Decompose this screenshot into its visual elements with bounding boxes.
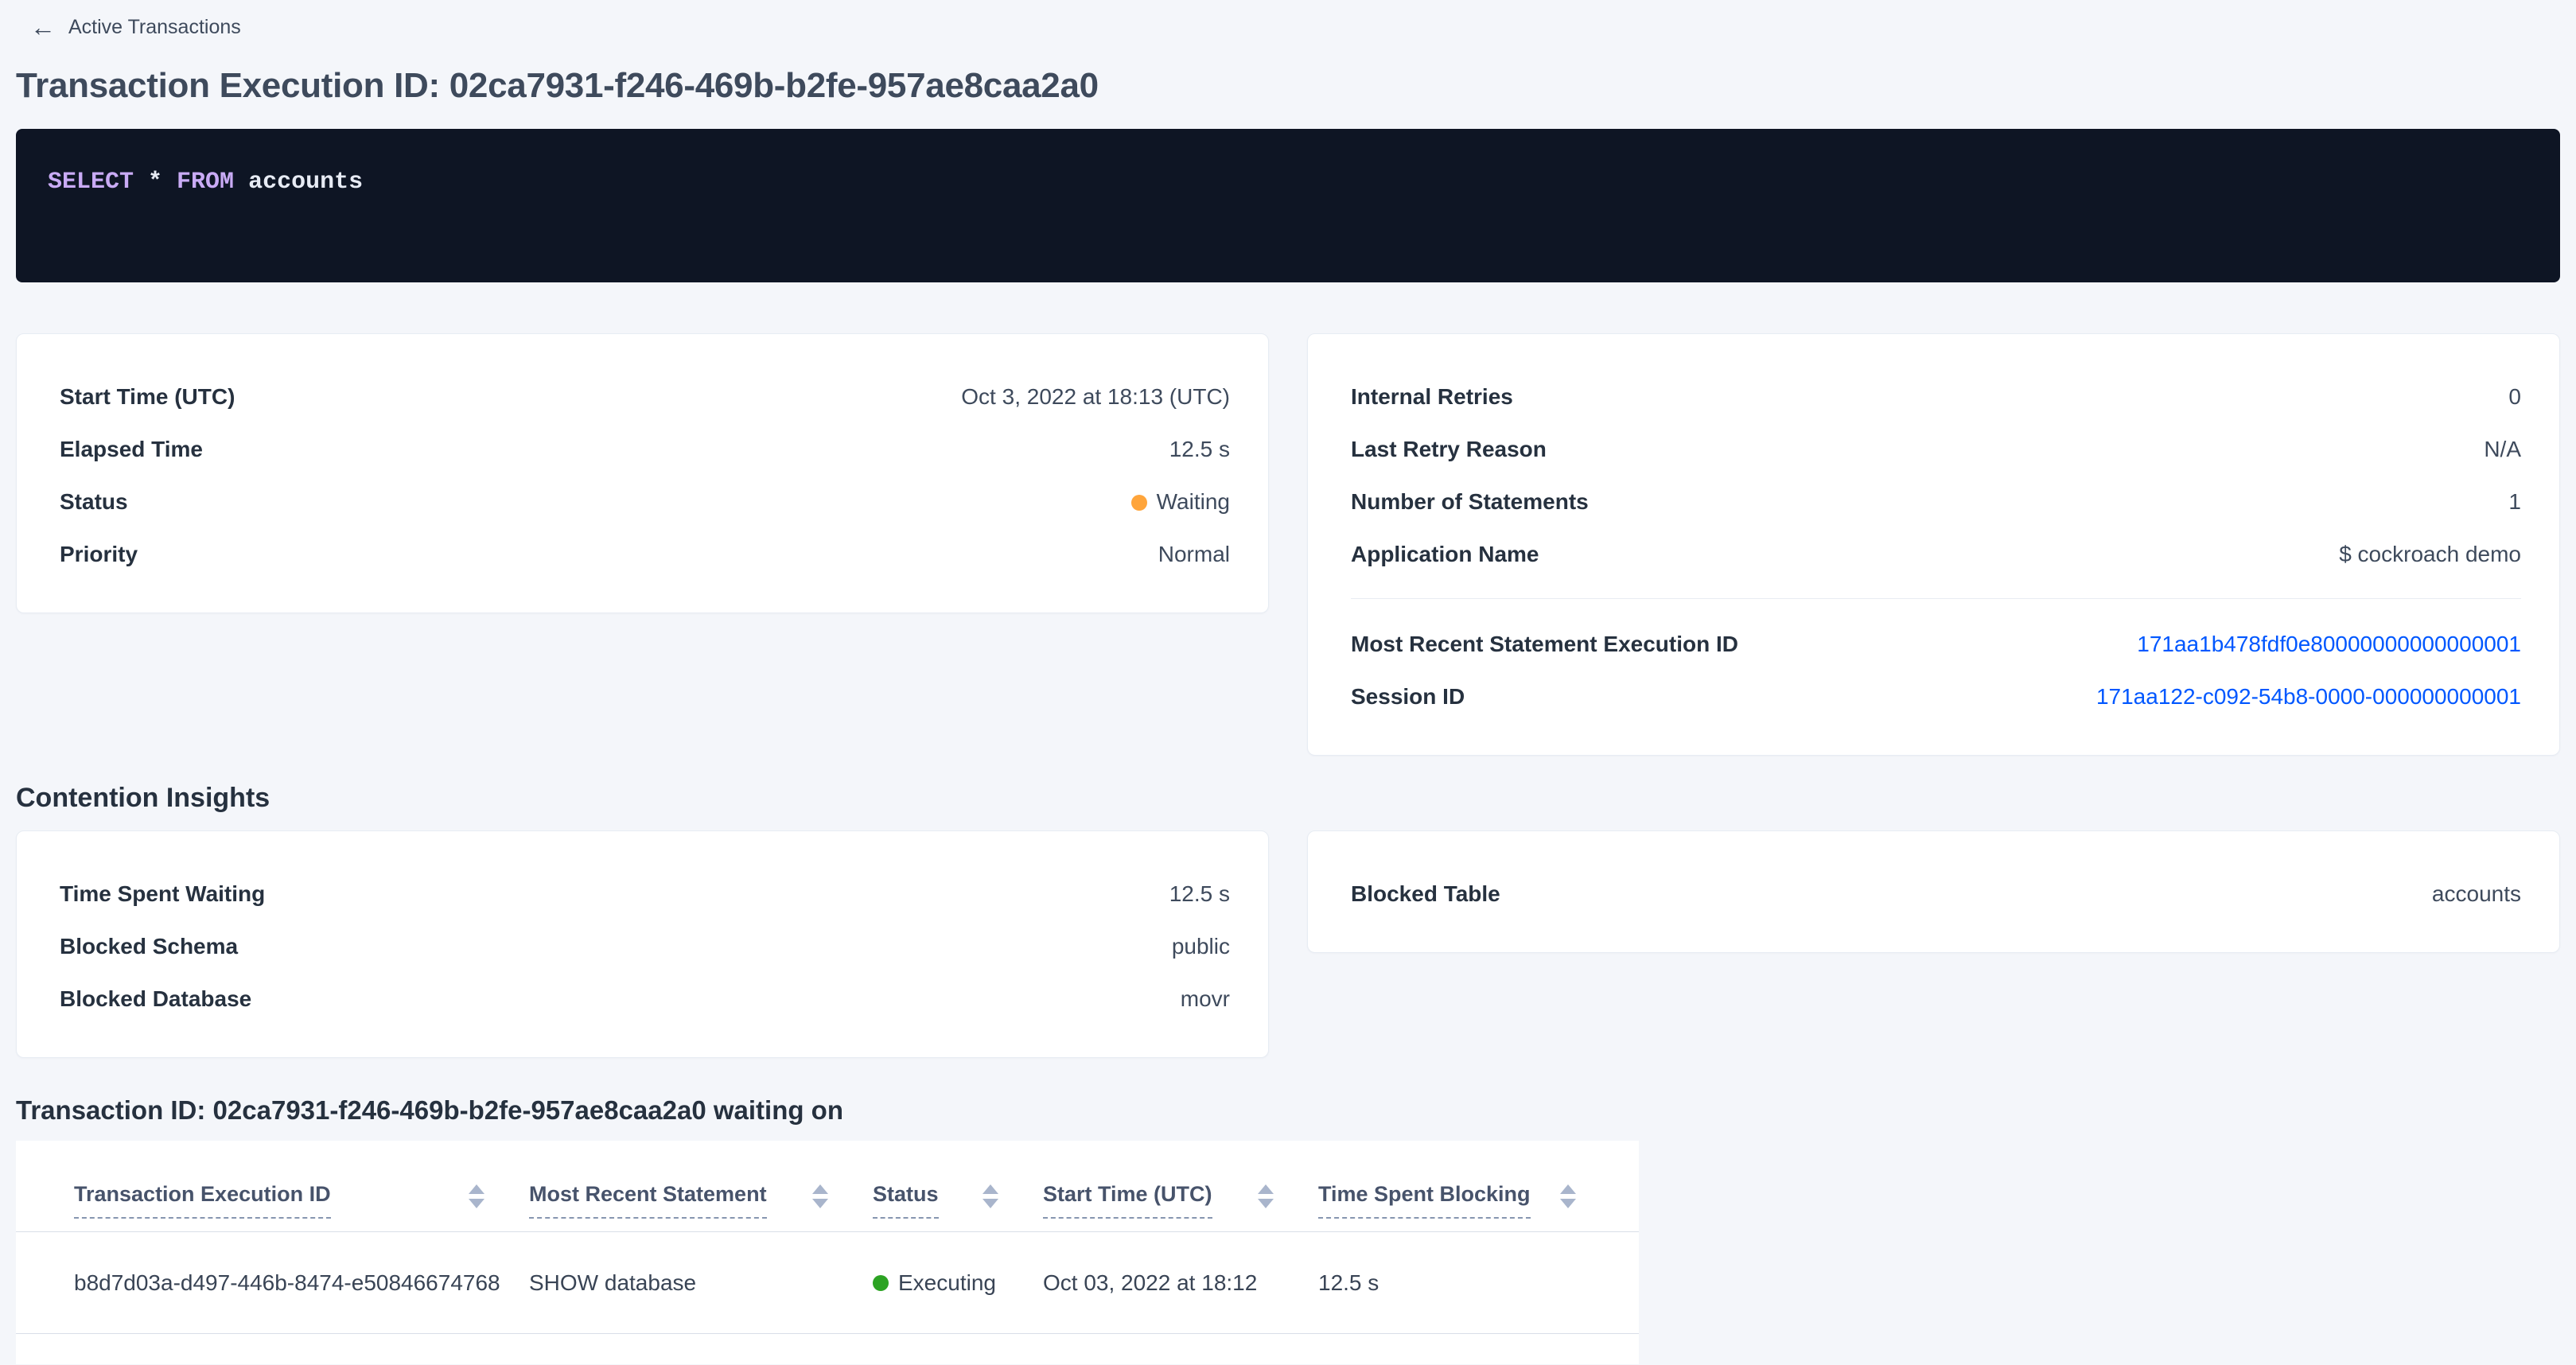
sort-down-icon [1258, 1199, 1274, 1208]
summary-row-application-name: Application Name $ cockroach demo [1351, 528, 2521, 581]
status-text: Executing [898, 1270, 996, 1296]
cell-start-time: Oct 03, 2022 at 18:12 [1043, 1270, 1318, 1296]
row-label: Application Name [1351, 542, 1539, 567]
row-value: Normal [1158, 542, 1230, 567]
row-label: Blocked Schema [60, 934, 238, 959]
row-value: movr [1181, 986, 1230, 1012]
column-header-label: Transaction Execution ID [74, 1182, 331, 1219]
waiting-status-dot-icon [1131, 495, 1147, 511]
row-value: N/A [2484, 437, 2521, 462]
table-row: b8d7d03a-d497-446b-8474-e50846674768 SHO… [16, 1232, 1639, 1334]
summary-cards-row: Start Time (UTC) Oct 3, 2022 at 18:13 (U… [16, 333, 2560, 756]
column-header-label: Most Recent Statement [529, 1182, 767, 1219]
status-badge: Waiting [1131, 489, 1230, 515]
contention-insights-heading: Contention Insights [16, 781, 2560, 815]
sql-statement-box: SELECT * FROM accounts [16, 129, 2560, 282]
column-header-status[interactable]: Status [873, 1182, 1043, 1219]
page-content: ← Active Transactions Transaction Execut… [0, 0, 2576, 1364]
column-header-start-time[interactable]: Start Time (UTC) [1043, 1182, 1318, 1219]
contention-row-time-spent-waiting: Time Spent Waiting 12.5 s [60, 868, 1230, 920]
row-label: Most Recent Statement Execution ID [1351, 632, 1738, 657]
row-label: Blocked Database [60, 986, 251, 1012]
row-value: 0 [2508, 384, 2521, 410]
summary-row-statement-execution-id: Most Recent Statement Execution ID 171aa… [1351, 618, 2521, 671]
row-label: Time Spent Waiting [60, 881, 265, 907]
sort-down-icon [469, 1199, 484, 1208]
row-value: 12.5 s [1169, 437, 1230, 462]
sort-up-icon [1560, 1184, 1576, 1194]
executing-status-dot-icon [873, 1275, 889, 1291]
summary-row-priority: Priority Normal [60, 528, 1230, 581]
page-title: Transaction Execution ID: 02ca7931-f246-… [16, 65, 2560, 107]
row-value: public [1172, 934, 1230, 959]
status-text: Waiting [1157, 489, 1230, 514]
sql-table-name: accounts [248, 169, 363, 196]
back-link-label: Active Transactions [68, 16, 241, 39]
sort-up-icon [1258, 1184, 1274, 1194]
contention-cards-row: Time Spent Waiting 12.5 s Blocked Schema… [16, 830, 2560, 1058]
row-label: Status [60, 489, 128, 515]
row-label: Internal Retries [1351, 384, 1513, 410]
row-label: Start Time (UTC) [60, 384, 235, 410]
cell-most-recent-statement: SHOW database [529, 1270, 873, 1296]
contention-row-blocked-table: Blocked Table accounts [1351, 868, 2521, 920]
card-divider [1351, 598, 2521, 599]
table-header-row: Transaction Execution ID Most Recent Sta… [16, 1182, 1639, 1232]
summary-card-right: Internal Retries 0 Last Retry Reason N/A… [1307, 333, 2560, 756]
sort-down-icon [1560, 1199, 1576, 1208]
session-id-link[interactable]: 171aa122-c092-54b8-0000-000000000001 [2096, 684, 2521, 710]
column-header-label: Start Time (UTC) [1043, 1182, 1212, 1219]
summary-row-number-of-statements: Number of Statements 1 [1351, 476, 2521, 528]
summary-card-left: Start Time (UTC) Oct 3, 2022 at 18:13 (U… [16, 333, 1269, 613]
sort-arrows-icon [983, 1184, 998, 1208]
row-value: accounts [2432, 881, 2521, 907]
sort-up-icon [983, 1184, 998, 1194]
statement-execution-id-link[interactable]: 171aa1b478fdf0e80000000000000001 [2137, 632, 2521, 657]
row-label: Session ID [1351, 684, 1465, 710]
row-value: $ cockroach demo [2339, 542, 2521, 567]
summary-row-last-retry-reason: Last Retry Reason N/A [1351, 423, 2521, 476]
column-header-label: Time Spent Blocking [1318, 1182, 1531, 1219]
summary-row-status: Status Waiting [60, 476, 1230, 528]
row-value: 1 [2508, 489, 2521, 515]
waiting-on-table: Transaction Execution ID Most Recent Sta… [16, 1141, 1639, 1364]
row-value: 12.5 s [1169, 881, 1230, 907]
waiting-on-heading: Transaction ID: 02ca7931-f246-469b-b2fe-… [16, 1095, 2560, 1126]
sort-down-icon [983, 1199, 998, 1208]
contention-card-left: Time Spent Waiting 12.5 s Blocked Schema… [16, 830, 1269, 1058]
row-label: Last Retry Reason [1351, 437, 1547, 462]
column-header-most-recent-statement[interactable]: Most Recent Statement [529, 1182, 873, 1219]
sort-up-icon [469, 1184, 484, 1194]
summary-row-elapsed-time: Elapsed Time 12.5 s [60, 423, 1230, 476]
summary-row-session-id: Session ID 171aa122-c092-54b8-0000-00000… [1351, 671, 2521, 723]
sort-up-icon [812, 1184, 828, 1194]
sort-arrows-icon [469, 1184, 484, 1208]
sort-arrows-icon [812, 1184, 828, 1208]
back-arrow-icon: ← [30, 14, 56, 40]
row-label: Number of Statements [1351, 489, 1589, 515]
sort-arrows-icon [1258, 1184, 1274, 1208]
summary-row-internal-retries: Internal Retries 0 [1351, 371, 2521, 423]
sql-keyword-from: FROM [177, 169, 248, 196]
contention-card-right: Blocked Table accounts [1307, 830, 2560, 953]
back-link-active-transactions[interactable]: ← Active Transactions [30, 13, 241, 41]
contention-row-blocked-database: Blocked Database movr [60, 973, 1230, 1025]
row-value: Oct 3, 2022 at 18:13 (UTC) [961, 384, 1230, 410]
cell-transaction-execution-id: b8d7d03a-d497-446b-8474-e50846674768 [74, 1270, 529, 1296]
summary-row-start-time: Start Time (UTC) Oct 3, 2022 at 18:13 (U… [60, 371, 1230, 423]
row-label: Blocked Table [1351, 881, 1500, 907]
sort-down-icon [812, 1199, 828, 1208]
sql-keyword-select: SELECT [48, 169, 148, 196]
column-header-time-spent-blocking[interactable]: Time Spent Blocking [1318, 1182, 1621, 1219]
sort-arrows-icon [1560, 1184, 1576, 1208]
sql-operator-star: * [148, 169, 177, 196]
row-label: Elapsed Time [60, 437, 203, 462]
cell-time-spent-blocking: 12.5 s [1318, 1270, 1621, 1296]
contention-row-blocked-schema: Blocked Schema public [60, 920, 1230, 973]
column-header-transaction-execution-id[interactable]: Transaction Execution ID [74, 1182, 529, 1219]
column-header-label: Status [873, 1182, 939, 1219]
cell-status: Executing [873, 1270, 1043, 1296]
row-label: Priority [60, 542, 138, 567]
